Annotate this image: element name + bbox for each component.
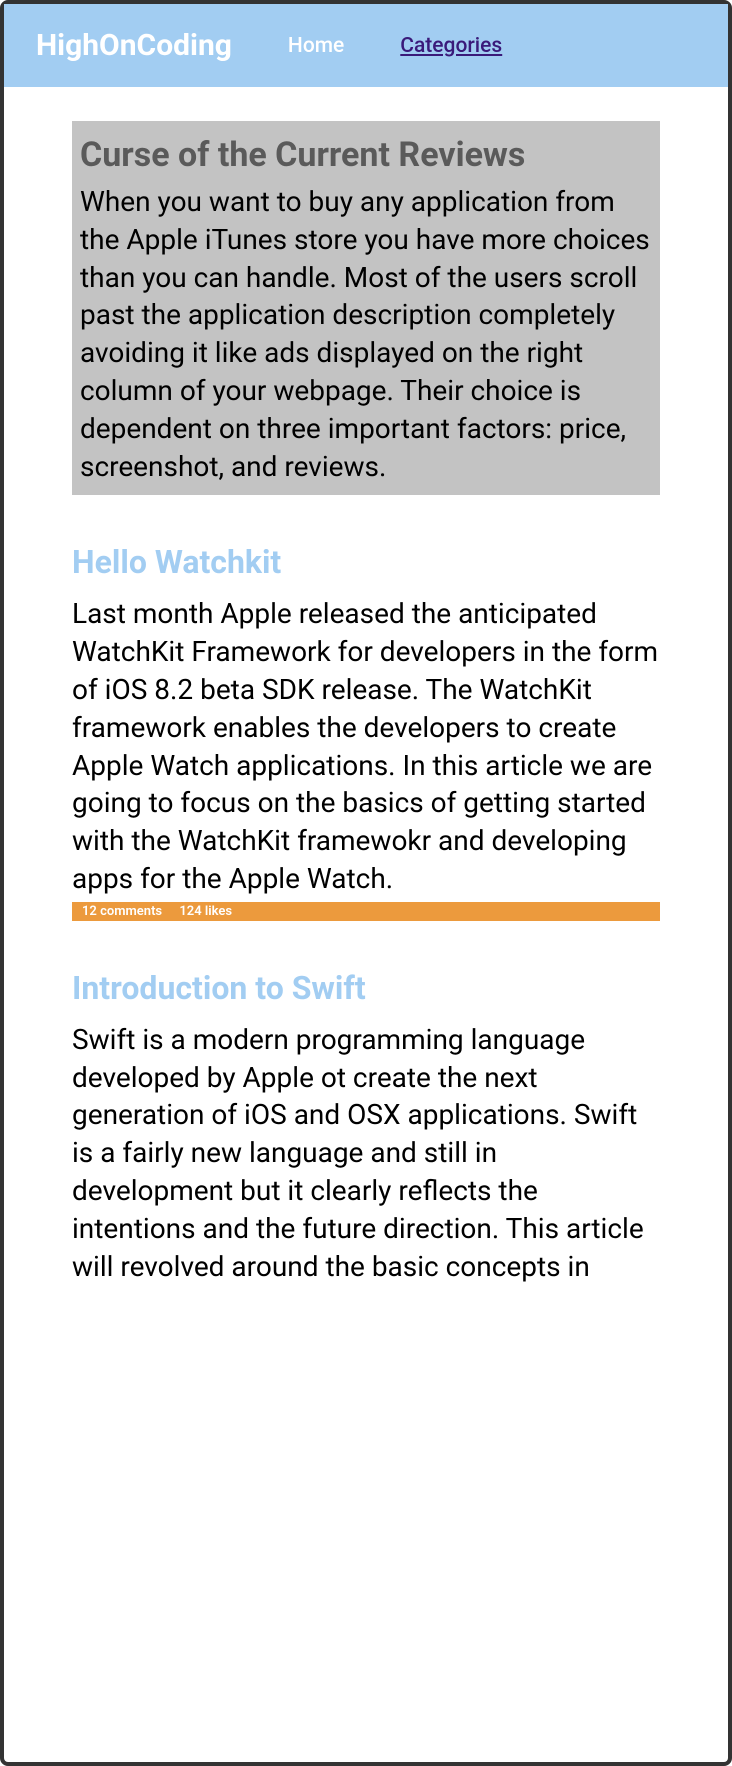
- featured-post: Curse of the Current Reviews When you wa…: [72, 121, 660, 495]
- post-meta: 12 comments 124 likes: [72, 902, 660, 921]
- comments-count[interactable]: 12 comments: [82, 904, 162, 919]
- featured-title[interactable]: Curse of the Current Reviews: [80, 121, 652, 183]
- post-title[interactable]: Introduction to Swift: [72, 969, 660, 1007]
- header: HighOnCoding Home Categories: [4, 4, 728, 87]
- content-area: Curse of the Current Reviews When you wa…: [4, 87, 728, 1285]
- post-item: Hello Watchkit Last month Apple released…: [72, 543, 660, 920]
- logo[interactable]: HighOnCoding: [36, 28, 232, 63]
- post-body: Last month Apple released the anticipate…: [72, 595, 660, 897]
- nav-home[interactable]: Home: [288, 34, 344, 58]
- post-body: Swift is a modern programming language d…: [72, 1021, 660, 1286]
- likes-count[interactable]: 124 likes: [179, 904, 232, 919]
- post-item: Introduction to Swift Swift is a modern …: [72, 969, 660, 1286]
- featured-body: When you want to buy any application fro…: [80, 183, 652, 485]
- post-title[interactable]: Hello Watchkit: [72, 543, 660, 581]
- nav-categories[interactable]: Categories: [400, 34, 502, 58]
